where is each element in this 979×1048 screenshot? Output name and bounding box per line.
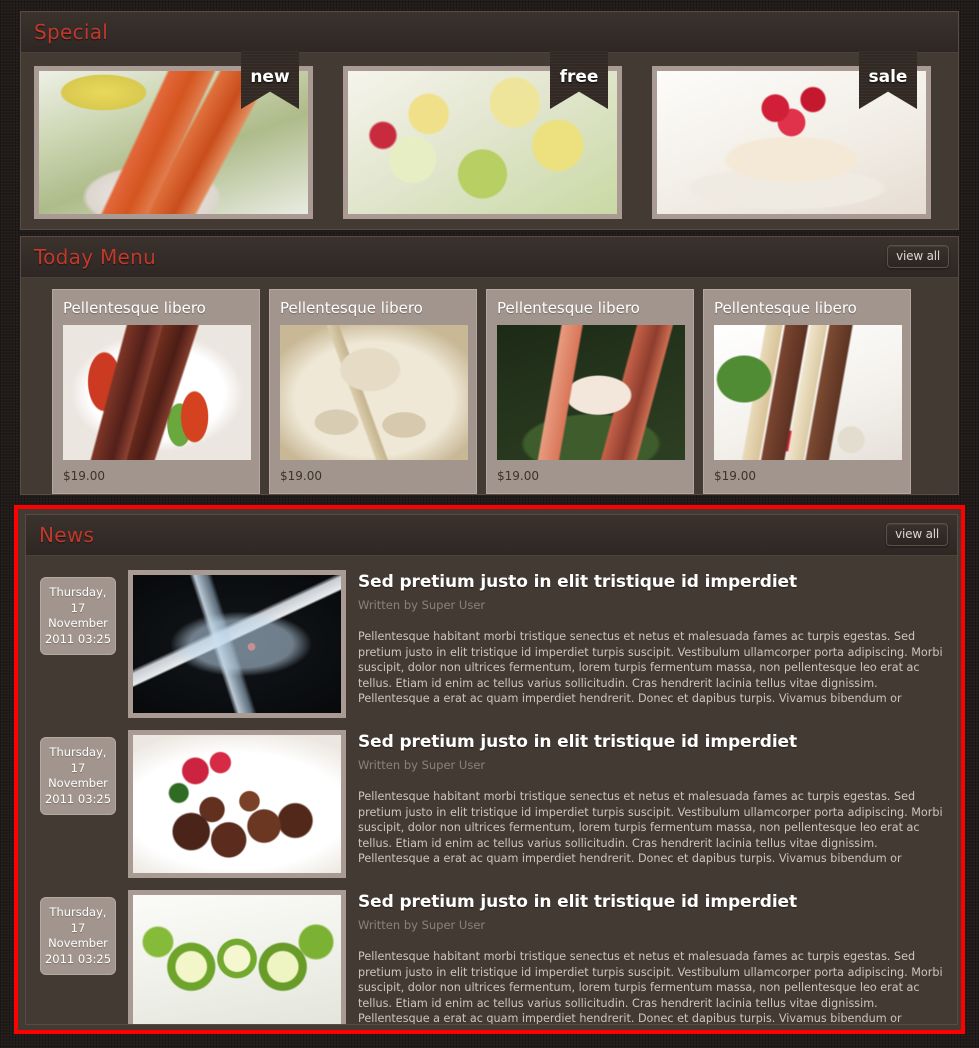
news-article: Thursday, 17 November 2011 03:25 Sed pre… (26, 563, 957, 723)
steamed-dumplings-image (280, 325, 468, 460)
news-article-author: Written by Super User (358, 918, 486, 932)
special-title: Special (34, 20, 109, 44)
lime-slices-image (133, 895, 341, 1024)
news-article-title[interactable]: Sed pretium justo in elit tristique id i… (358, 572, 945, 592)
today-menu-view-all-button[interactable]: view all (887, 245, 949, 268)
news-list: Thursday, 17 November 2011 03:25 Sed pre… (26, 556, 957, 1025)
today-menu-cards-row: Pellentesque libero $19.00 Pellentesque … (21, 278, 958, 494)
news-article: Thursday, 17 November 2011 03:25 Sed pre… (26, 723, 957, 883)
menu-card-image[interactable] (280, 325, 468, 460)
news-article-date: Thursday, 17 November 2011 03:25 (40, 577, 116, 655)
news-title: News (39, 523, 95, 547)
menu-card-price: $19.00 (63, 469, 105, 483)
news-section: News view all Thursday, 17 November 2011… (25, 514, 958, 1025)
news-article-thumbnail[interactable] (128, 890, 346, 1024)
menu-card-image[interactable] (497, 325, 685, 460)
news-article-body: Sed pretium justo in elit tristique id i… (358, 728, 945, 867)
news-article-thumbnail[interactable] (128, 730, 346, 878)
special-header: Special (21, 12, 958, 53)
news-article-date: Thursday, 17 November 2011 03:25 (40, 737, 116, 815)
menu-card-price: $19.00 (714, 469, 756, 483)
chocolate-truffles-image (133, 735, 341, 873)
katsu-sandwich-image (714, 325, 902, 460)
splashing-bottle-image (133, 575, 341, 713)
special-item[interactable]: new (34, 51, 327, 220)
menu-card-title: Pellentesque libero (497, 299, 640, 317)
today-menu-section: Today Menu view all Pellentesque libero … (20, 236, 959, 495)
news-article-title[interactable]: Sed pretium justo in elit tristique id i… (358, 892, 945, 912)
news-article-excerpt: Pellentesque habitant morbi tristique se… (358, 950, 943, 1025)
menu-card-price: $19.00 (280, 469, 322, 483)
news-article-excerpt: Pellentesque habitant morbi tristique se… (358, 630, 943, 706)
menu-card[interactable]: Pellentesque libero $19.00 (703, 289, 911, 494)
news-header: News view all (26, 515, 957, 556)
news-article-author: Written by Super User (358, 598, 486, 612)
special-section: Special new free sale (20, 11, 959, 230)
menu-card-title: Pellentesque libero (714, 299, 857, 317)
news-article-author: Written by Super User (358, 758, 486, 772)
special-item[interactable]: free (343, 51, 636, 220)
news-article-excerpt: Pellentesque habitant morbi tristique se… (358, 790, 943, 866)
menu-card[interactable]: Pellentesque libero $19.00 (52, 289, 260, 494)
menu-card-price: $19.00 (497, 469, 539, 483)
menu-card-image[interactable] (714, 325, 902, 460)
today-menu-title: Today Menu (34, 245, 157, 269)
nigiri-sushi-image (497, 325, 685, 460)
news-view-all-button[interactable]: view all (886, 523, 948, 546)
menu-card-image[interactable] (63, 325, 251, 460)
news-article-title[interactable]: Sed pretium justo in elit tristique id i… (358, 732, 945, 752)
news-article-thumbnail[interactable] (128, 570, 346, 718)
news-article: Thursday, 17 November 2011 03:25 Sed pre… (26, 883, 957, 1025)
special-items-row: new free sale (21, 51, 958, 220)
news-article-body: Sed pretium justo in elit tristique id i… (358, 568, 945, 707)
news-article-date: Thursday, 17 November 2011 03:25 (40, 897, 116, 975)
menu-card[interactable]: Pellentesque libero $19.00 (269, 289, 477, 494)
menu-card[interactable]: Pellentesque libero $19.00 (486, 289, 694, 494)
menu-card-title: Pellentesque libero (280, 299, 423, 317)
today-menu-header: Today Menu view all (21, 237, 958, 278)
special-item[interactable]: sale (652, 51, 945, 220)
menu-card-title: Pellentesque libero (63, 299, 206, 317)
news-highlight-outline: News view all Thursday, 17 November 2011… (14, 505, 965, 1034)
news-article-body: Sed pretium justo in elit tristique id i… (358, 888, 945, 1025)
seared-beef-plate-image (63, 325, 251, 460)
